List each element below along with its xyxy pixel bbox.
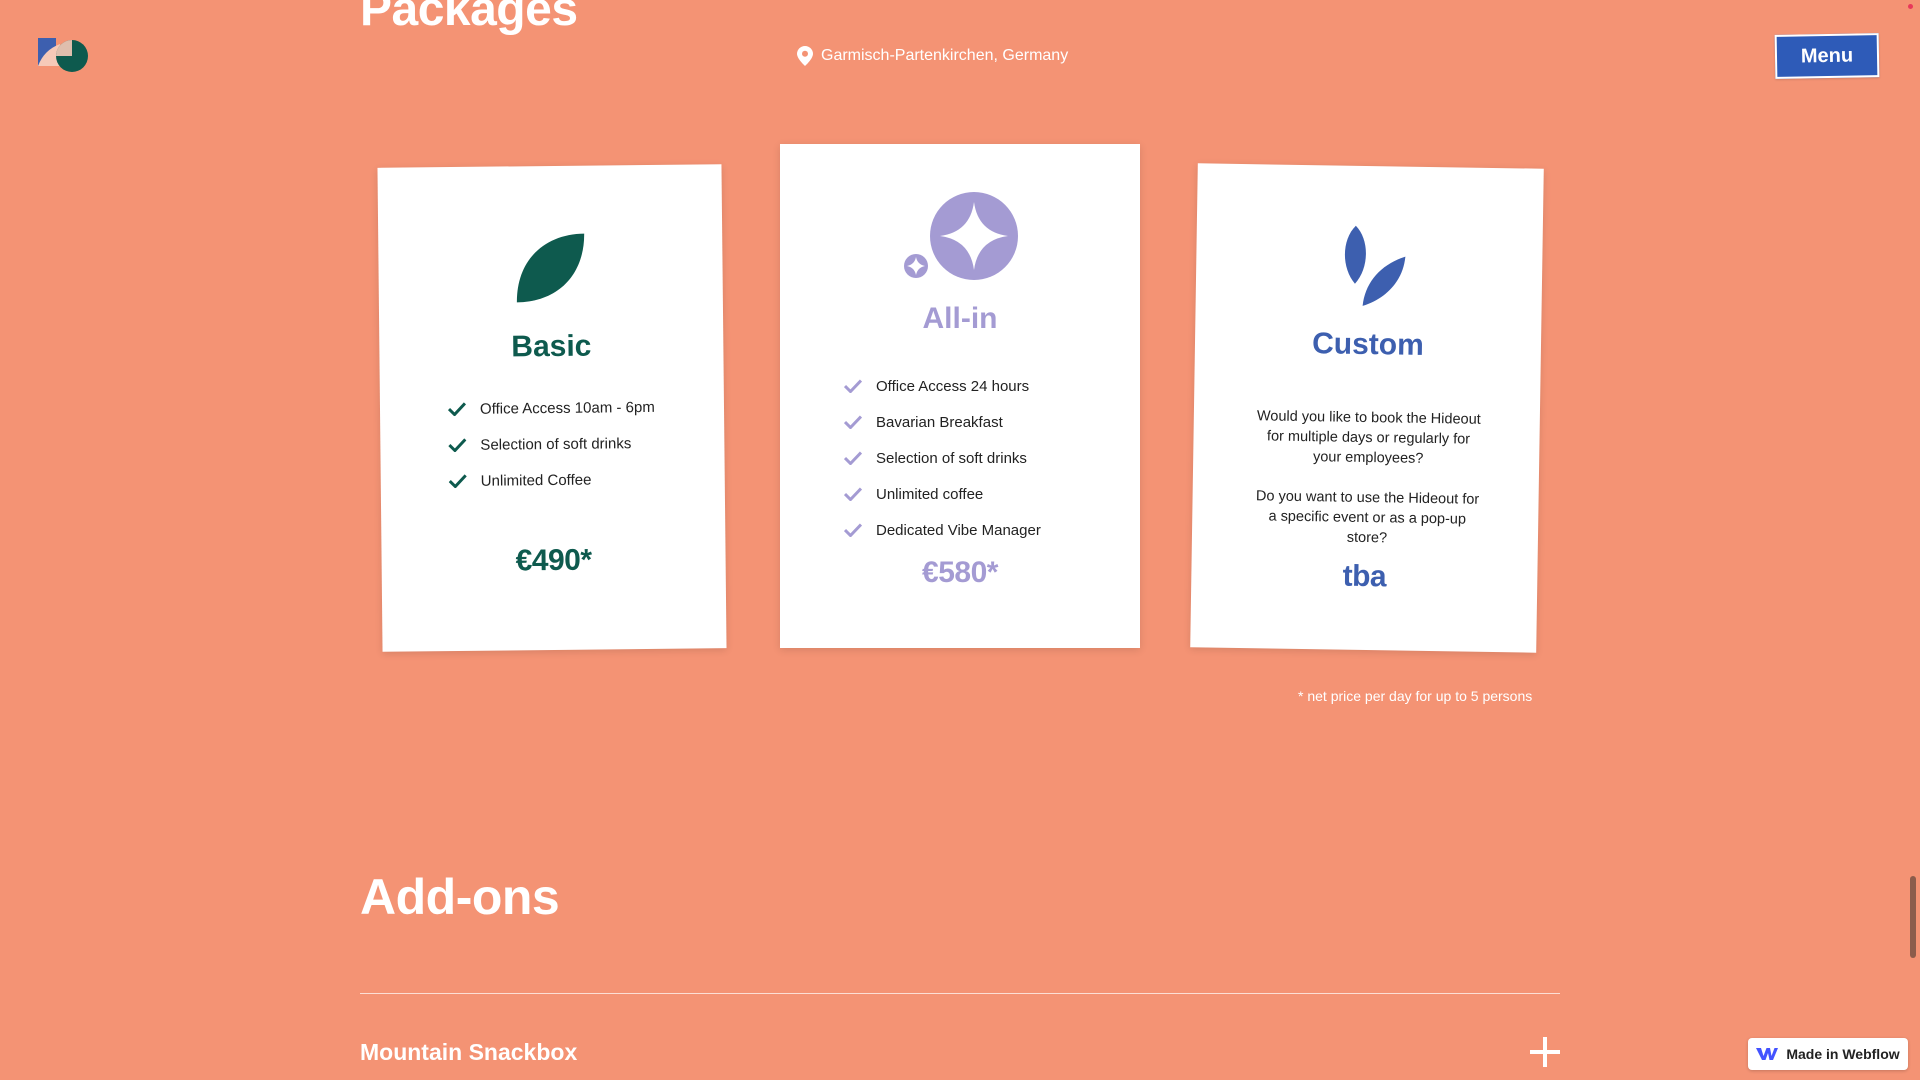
feature-item: Office Access 24 hours	[844, 368, 1041, 404]
feature-item: Bavarian Breakfast	[844, 404, 1041, 440]
double-leaf-icon	[1344, 225, 1406, 306]
package-price: €490*	[515, 543, 592, 578]
badge-label: Made in Webflow	[1786, 1046, 1900, 1062]
scrollbar-thumb[interactable]	[1910, 876, 1916, 958]
addon-accordion-item[interactable]: Mountain Snackbox	[360, 1032, 1560, 1072]
section-title-add-ons: Add-ons	[360, 869, 560, 925]
feature-item: Selection of soft drinks	[448, 425, 655, 463]
package-card-basic: Basic Office Access 10am - 6pm Selection…	[377, 164, 727, 652]
package-card-all-in: All-in Office Access 24 hours Bavarian B…	[780, 144, 1140, 648]
corner-dot	[1908, 4, 1913, 9]
sparkle-icon	[904, 192, 1018, 280]
package-price: €580*	[922, 556, 998, 589]
check-icon	[844, 415, 862, 429]
webflow-icon	[1756, 1048, 1779, 1060]
divider	[360, 993, 1560, 994]
package-price: tba	[1342, 559, 1387, 594]
check-icon	[448, 438, 467, 453]
logo[interactable]	[38, 36, 94, 76]
leaf-icon	[516, 233, 585, 303]
package-card-custom: Custom Would you like to book the Hideou…	[1190, 163, 1544, 653]
check-icon	[844, 451, 862, 465]
section-title-packages: Packages	[360, 0, 578, 36]
feature-item: Office Access 10am - 6pm	[447, 389, 655, 427]
price-footnote: * net price per day for up to 5 persons	[1298, 688, 1533, 704]
brand-logo-icon	[38, 38, 88, 72]
feature-item: Selection of soft drinks	[844, 440, 1041, 476]
feature-list: Office Access 10am - 6pm Selection of so…	[447, 389, 656, 499]
location-text: Garmisch-Partenkirchen, Germany	[821, 47, 1069, 64]
package-title: Basic	[511, 329, 592, 364]
package-title: All-in	[922, 302, 998, 335]
feature-item: Dedicated Vibe Manager	[844, 512, 1041, 548]
check-icon	[844, 523, 862, 537]
check-icon	[844, 379, 862, 393]
package-title: Custom	[1311, 327, 1425, 362]
feature-list: Office Access 24 hours Bavarian Breakfas…	[844, 368, 1041, 548]
map-pin-icon	[797, 46, 813, 66]
check-icon	[448, 474, 467, 489]
check-icon	[447, 402, 467, 417]
custom-description-1: Would you like to book the Hideout for m…	[1256, 408, 1481, 467]
feature-item: Unlimited Coffee	[448, 461, 656, 499]
feature-item: Unlimited coffee	[844, 476, 1041, 512]
check-icon	[844, 487, 862, 501]
made-in-webflow-badge[interactable]: Made in Webflow	[1748, 1038, 1908, 1070]
addon-label: Mountain Snackbox	[360, 1038, 578, 1065]
plus-icon[interactable]	[1530, 1037, 1560, 1067]
menu-button[interactable]: Menu	[1774, 33, 1880, 79]
custom-description-2: Do you want to use the Hideout for a spe…	[1255, 488, 1480, 547]
location: Garmisch-Partenkirchen, Germany	[797, 46, 1068, 66]
